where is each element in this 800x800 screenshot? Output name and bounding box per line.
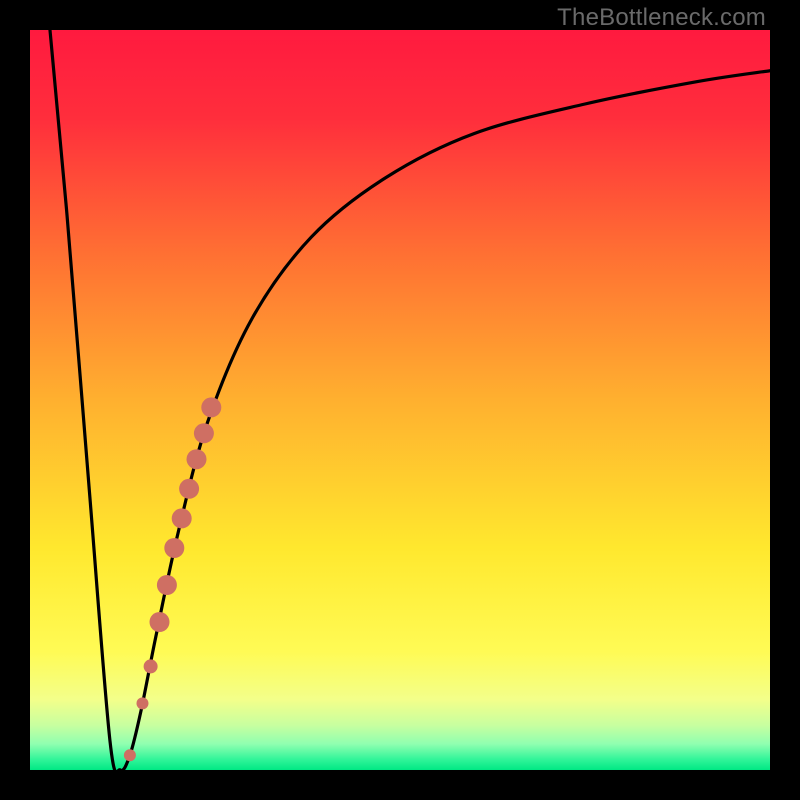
highlight-dot: [150, 612, 170, 632]
highlight-dot: [157, 575, 177, 595]
highlight-dot: [164, 538, 184, 558]
highlight-dot: [144, 659, 158, 673]
highlight-dot: [194, 423, 214, 443]
curve-layer: [30, 30, 770, 770]
bottleneck-curve: [50, 30, 770, 770]
highlight-dot: [179, 479, 199, 499]
plot-area: [30, 30, 770, 770]
highlight-dot: [136, 697, 148, 709]
highlight-dot: [187, 449, 207, 469]
highlight-dot: [124, 749, 136, 761]
watermark-text: TheBottleneck.com: [557, 4, 766, 32]
highlight-dot: [201, 397, 221, 417]
highlight-dot: [172, 508, 192, 528]
highlight-dots-group: [124, 397, 221, 761]
chart-outer-frame: TheBottleneck.com: [0, 0, 800, 800]
